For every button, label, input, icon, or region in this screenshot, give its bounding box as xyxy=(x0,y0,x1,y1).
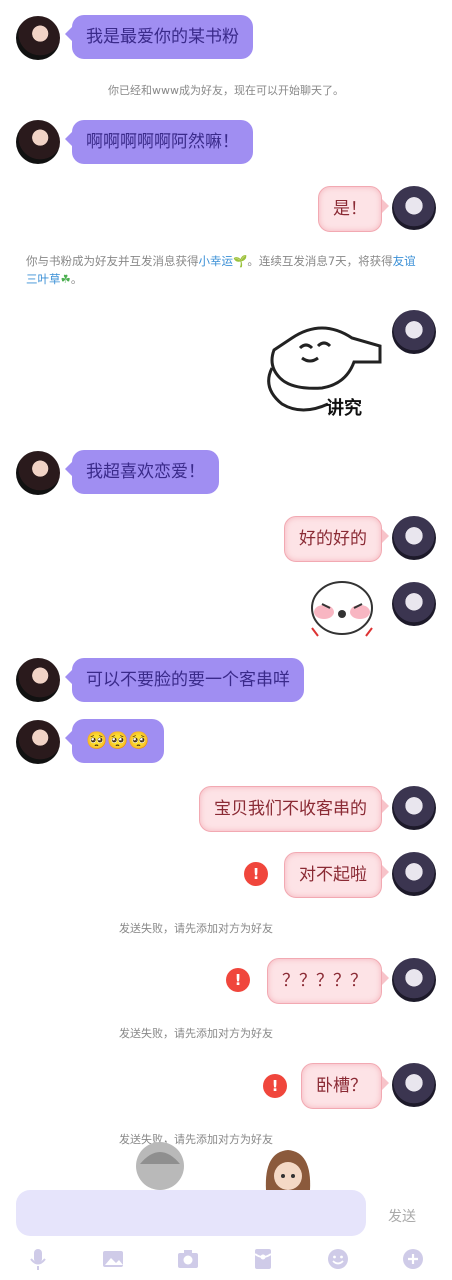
send-failed-icon[interactable]: ! xyxy=(226,968,250,992)
message-bubble-received[interactable]: 🥺🥺🥺 xyxy=(65,719,164,763)
send-button[interactable]: 发送 xyxy=(388,1206,416,1226)
sticker-image: 讲究 xyxy=(267,326,382,419)
sticker-meme[interactable]: 讲究 xyxy=(262,318,382,422)
message-bubble-sent[interactable]: ？？？？？ xyxy=(267,958,389,1004)
microphone-icon[interactable] xyxy=(25,1246,51,1272)
send-failed-icon[interactable]: ! xyxy=(244,862,268,886)
lucky-link[interactable]: 小幸运 xyxy=(199,254,234,268)
avatar[interactable] xyxy=(392,186,436,230)
avatar[interactable] xyxy=(392,786,436,830)
plus-icon[interactable] xyxy=(400,1246,426,1272)
message-bubble-sent[interactable]: 宝贝我们不收客串的 xyxy=(199,786,389,832)
message-bubble-received[interactable]: 我超喜欢恋爱！ xyxy=(65,450,219,494)
avatar[interactable] xyxy=(16,451,60,495)
input-toolbar xyxy=(0,1244,452,1274)
avatar[interactable] xyxy=(392,958,436,1002)
avatar[interactable] xyxy=(16,16,60,60)
sticker-image xyxy=(311,581,373,637)
message-bubble-sent[interactable]: 对不起啦 xyxy=(284,852,389,898)
send-failed-notice: 发送失败，请先添加对方为好友 xyxy=(119,1133,273,1146)
avatar[interactable] xyxy=(392,1063,436,1107)
avatar[interactable] xyxy=(16,120,60,164)
avatar[interactable] xyxy=(392,516,436,560)
friendship-notice-text: 。 xyxy=(70,272,83,286)
friendship-notice-text: 。连续互发消息7天，将获得 xyxy=(247,254,393,268)
character-girl-figure xyxy=(262,1146,314,1192)
avatar[interactable] xyxy=(392,310,436,354)
avatar[interactable] xyxy=(16,720,60,764)
camera-icon[interactable] xyxy=(175,1246,201,1272)
red-packet-icon[interactable] xyxy=(250,1246,276,1272)
friendship-notice: 你与书粉成为好友并互发消息获得小幸运🌱。连续互发消息7天，将获得友谊三叶草☘。 xyxy=(26,252,426,288)
message-bubble-received[interactable]: 我是最爱你的某书粉 xyxy=(65,15,253,59)
sprout-icon: 🌱 xyxy=(233,254,248,268)
emoji-icon[interactable] xyxy=(325,1246,351,1272)
friendship-notice-text: 你与书粉成为好友并互发消息获得 xyxy=(26,254,199,268)
avatar[interactable] xyxy=(392,852,436,896)
message-bubble-sent[interactable]: 卧槽？ xyxy=(301,1063,389,1109)
avatar[interactable] xyxy=(16,658,60,702)
avatar[interactable] xyxy=(392,582,436,626)
message-input[interactable] xyxy=(16,1190,366,1236)
message-bubble-received[interactable]: 可以不要脸的要一个客串咩 xyxy=(65,658,304,702)
message-bubble-sent[interactable]: 好的好的 xyxy=(284,516,389,562)
system-notice: 你已经和www成为好友，现在可以开始聊天了。 xyxy=(108,84,344,97)
sticker-caption: 讲究 xyxy=(326,397,362,419)
sticker-blush[interactable] xyxy=(302,578,382,638)
clover-icon: ☘ xyxy=(60,272,71,286)
send-failed-notice: 发送失败，请先添加对方为好友 xyxy=(119,1027,273,1040)
send-failed-icon[interactable]: ! xyxy=(263,1074,287,1098)
message-bubble-sent[interactable]: 是！ xyxy=(318,186,389,232)
image-icon[interactable] xyxy=(100,1246,126,1272)
send-failed-notice: 发送失败，请先添加对方为好友 xyxy=(119,922,273,935)
message-bubble-received[interactable]: 啊啊啊啊啊阿然嘛！ xyxy=(65,120,253,164)
character-grey-figure xyxy=(134,1140,186,1192)
